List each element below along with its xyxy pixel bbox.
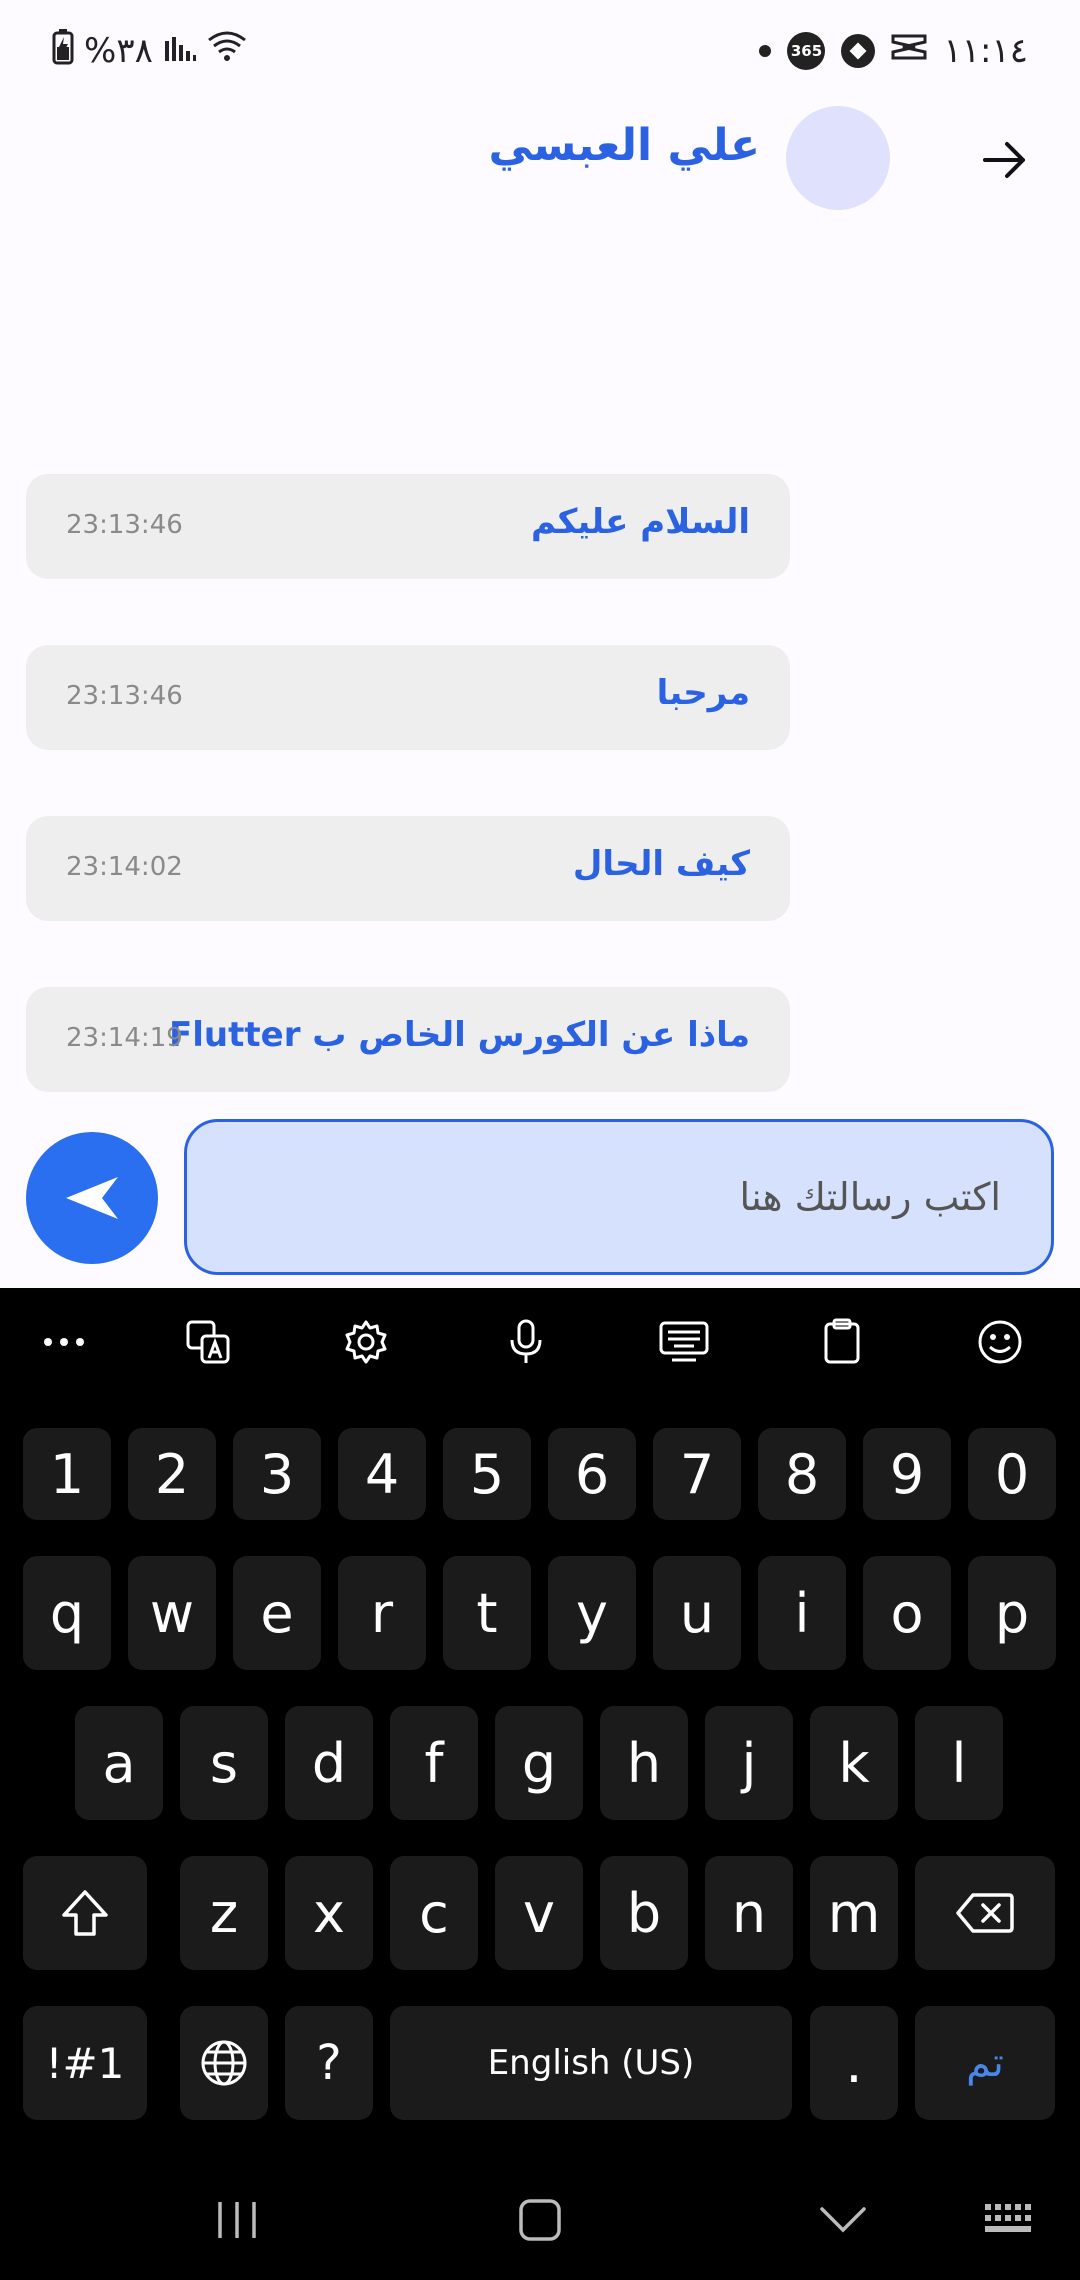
- message-bubble[interactable]: السلام عليكم 23:13:46: [26, 474, 790, 579]
- key[interactable]: w: [128, 1556, 216, 1670]
- message-bubble[interactable]: ماذا عن الكورس الخاص ب Flutter 23:14:19: [26, 987, 790, 1092]
- symbols-key[interactable]: !#1: [23, 2006, 147, 2120]
- message-time: 23:14:19: [66, 1023, 183, 1053]
- contact-name: علي العبسي: [488, 120, 760, 171]
- keyboard-icon: [985, 2204, 1031, 2232]
- key[interactable]: 7: [653, 1428, 741, 1520]
- key[interactable]: 6: [548, 1428, 636, 1520]
- keyboard-toolbar: [0, 1288, 1080, 1398]
- key[interactable]: p: [968, 1556, 1056, 1670]
- key[interactable]: d: [285, 1706, 373, 1820]
- clock: ١١:١٤: [943, 31, 1028, 71]
- message-list: السلام عليكم 23:13:46 مرحبا 23:13:46 كيف…: [26, 474, 790, 1158]
- keyboard-mode-icon[interactable]: [652, 1310, 716, 1374]
- key[interactable]: 0: [968, 1428, 1056, 1520]
- space-key[interactable]: English (US): [390, 2006, 792, 2120]
- shift-arrow-icon: [62, 1890, 108, 1936]
- key[interactable]: m: [810, 1856, 898, 1970]
- key[interactable]: 1: [23, 1428, 111, 1520]
- battery-percent: %٣٨: [84, 31, 153, 71]
- key[interactable]: 5: [443, 1428, 531, 1520]
- avatar[interactable]: [786, 106, 890, 210]
- wifi-icon: [207, 30, 247, 73]
- send-icon: [66, 1177, 118, 1219]
- key[interactable]: e: [233, 1556, 321, 1670]
- done-key[interactable]: تم: [915, 2006, 1055, 2120]
- translate-icon[interactable]: [176, 1310, 240, 1374]
- key[interactable]: y: [548, 1556, 636, 1670]
- key[interactable]: g: [495, 1706, 583, 1820]
- key[interactable]: z: [180, 1856, 268, 1970]
- period-key[interactable]: .: [810, 2006, 898, 2120]
- key[interactable]: f: [390, 1706, 478, 1820]
- send-button[interactable]: [26, 1132, 158, 1264]
- message-bubble[interactable]: مرحبا 23:13:46: [26, 645, 790, 750]
- recent-apps-button[interactable]: [202, 2190, 272, 2250]
- question-key[interactable]: ?: [285, 2006, 373, 2120]
- key[interactable]: k: [810, 1706, 898, 1820]
- key[interactable]: u: [653, 1556, 741, 1670]
- key[interactable]: t: [443, 1556, 531, 1670]
- status-left: %٣٨: [52, 28, 247, 74]
- back-button[interactable]: [975, 130, 1035, 190]
- globe-icon: [201, 2040, 247, 2086]
- key[interactable]: j: [705, 1706, 793, 1820]
- settings-gear-icon[interactable]: [334, 1310, 398, 1374]
- capcut-icon: [891, 31, 927, 71]
- home-icon: [519, 2199, 561, 2241]
- key[interactable]: 3: [233, 1428, 321, 1520]
- key[interactable]: r: [338, 1556, 426, 1670]
- battery-icon: [52, 28, 74, 74]
- key[interactable]: i: [758, 1556, 846, 1670]
- key[interactable]: l: [915, 1706, 1003, 1820]
- arrow-right-icon: [983, 142, 1025, 178]
- chevron-down-icon: [820, 2207, 866, 2233]
- message-input[interactable]: [184, 1119, 1054, 1275]
- key[interactable]: c: [390, 1856, 478, 1970]
- emoji-icon[interactable]: [968, 1310, 1032, 1374]
- key[interactable]: 8: [758, 1428, 846, 1520]
- key[interactable]: 2: [128, 1428, 216, 1520]
- microphone-icon[interactable]: [494, 1310, 558, 1374]
- message-text: ماذا عن الكورس الخاص ب Flutter: [169, 1015, 750, 1055]
- language-key[interactable]: [180, 2006, 268, 2120]
- more-icon[interactable]: [32, 1310, 96, 1374]
- notification-dot-icon: [759, 45, 772, 57]
- message-time: 23:14:02: [66, 852, 183, 882]
- key[interactable]: b: [600, 1856, 688, 1970]
- message-time: 23:13:46: [66, 681, 183, 711]
- recents-icon: [218, 2202, 256, 2238]
- home-button[interactable]: [505, 2190, 575, 2250]
- key[interactable]: o: [863, 1556, 951, 1670]
- app-365-icon: 365: [787, 32, 826, 70]
- message-text: كيف الحال: [572, 844, 750, 884]
- message-text: مرحبا: [656, 673, 750, 713]
- key[interactable]: x: [285, 1856, 373, 1970]
- key[interactable]: h: [600, 1706, 688, 1820]
- app-bar: علي العبسي: [0, 100, 1080, 220]
- key[interactable]: 9: [863, 1428, 951, 1520]
- key[interactable]: v: [495, 1856, 583, 1970]
- chat-screen: %٣٨ 365 ١١:١٤ علي العبسي السلام عليكم 23…: [0, 0, 1080, 2280]
- football-icon: [841, 34, 876, 68]
- message-text: السلام عليكم: [530, 502, 750, 542]
- backspace-icon: [956, 1893, 1014, 1933]
- keyboard: 1 2 3 4 5 6 7 8 9 0 q w e r t y u i o p …: [0, 1288, 1080, 2280]
- keyboard-switch-button[interactable]: [976, 2190, 1046, 2250]
- shift-key[interactable]: [23, 1856, 147, 1970]
- message-time: 23:13:46: [66, 510, 183, 540]
- clipboard-icon[interactable]: [810, 1310, 874, 1374]
- signal-icon: [163, 31, 197, 72]
- key[interactable]: q: [23, 1556, 111, 1670]
- key[interactable]: n: [705, 1856, 793, 1970]
- backspace-key[interactable]: [915, 1856, 1055, 1970]
- key[interactable]: 4: [338, 1428, 426, 1520]
- navigation-bar: [0, 2160, 1080, 2280]
- hide-keyboard-button[interactable]: [808, 2190, 878, 2250]
- status-right: 365 ١١:١٤: [759, 28, 1028, 74]
- message-bubble[interactable]: كيف الحال 23:14:02: [26, 816, 790, 921]
- status-bar: %٣٨ 365 ١١:١٤: [0, 0, 1080, 100]
- key[interactable]: s: [180, 1706, 268, 1820]
- key[interactable]: a: [75, 1706, 163, 1820]
